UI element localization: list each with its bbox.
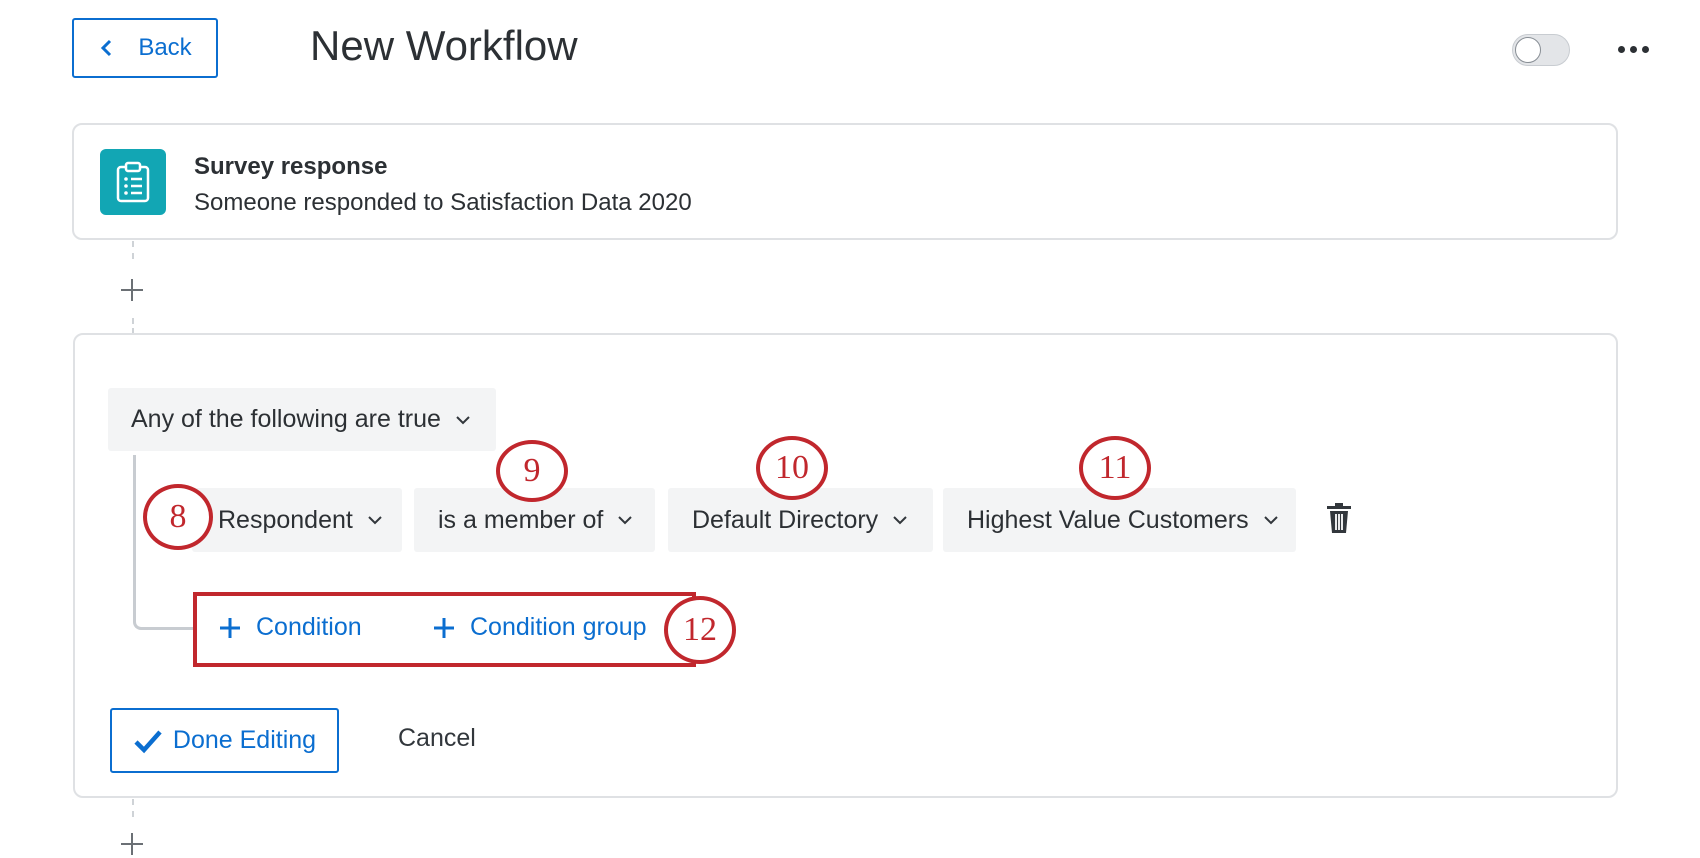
workflow-toggle[interactable] — [1512, 34, 1570, 66]
directory-label: Default Directory — [692, 505, 879, 534]
chevron-down-icon — [618, 516, 633, 525]
done-editing-button[interactable]: Done Editing — [110, 708, 339, 773]
chevron-down-icon — [456, 415, 470, 424]
field-dropdown[interactable]: Respondent — [192, 488, 402, 552]
add-buttons-highlight — [193, 592, 696, 667]
cancel-button[interactable]: Cancel — [398, 724, 476, 753]
trash-icon[interactable] — [1325, 502, 1353, 534]
chevron-left-icon — [101, 39, 112, 57]
chevron-down-icon — [368, 516, 382, 525]
connector-line — [132, 318, 134, 334]
operator-label: is a member of — [438, 505, 604, 534]
condition-logic-dropdown[interactable]: Any of the following are true — [108, 388, 496, 451]
page-title: New Workflow — [310, 22, 578, 69]
list-label: Highest Value Customers — [967, 505, 1249, 534]
trigger-title: Survey response — [194, 153, 388, 180]
trigger-card[interactable]: Survey response Someone responded to Sat… — [72, 123, 1618, 240]
chevron-down-icon — [893, 516, 907, 525]
clipboard-list-icon — [100, 149, 166, 215]
callout-11: 11 — [1079, 436, 1151, 500]
field-label: Respondent — [218, 505, 353, 534]
chevron-down-icon — [1263, 516, 1278, 525]
connector-line — [132, 799, 134, 817]
back-label: Back — [138, 34, 192, 61]
condition-logic-label: Any of the following are true — [131, 405, 441, 433]
more-options-button[interactable] — [1612, 32, 1654, 66]
add-step-plus-icon[interactable] — [118, 276, 146, 304]
trigger-description: Someone responded to Satisfaction Data 2… — [194, 189, 692, 216]
callout-12: 12 — [664, 596, 736, 664]
callout-8: 8 — [143, 484, 213, 550]
done-editing-label: Done Editing — [172, 726, 317, 754]
checkmark-icon — [134, 730, 162, 753]
callout-9: 9 — [496, 440, 568, 502]
connector-line — [132, 241, 134, 259]
ellipsis-icon — [1617, 45, 1625, 53]
add-step-plus-icon[interactable] — [118, 830, 146, 858]
callout-10: 10 — [756, 436, 828, 500]
back-button[interactable]: Back — [72, 18, 218, 78]
toggle-knob — [1515, 37, 1541, 63]
